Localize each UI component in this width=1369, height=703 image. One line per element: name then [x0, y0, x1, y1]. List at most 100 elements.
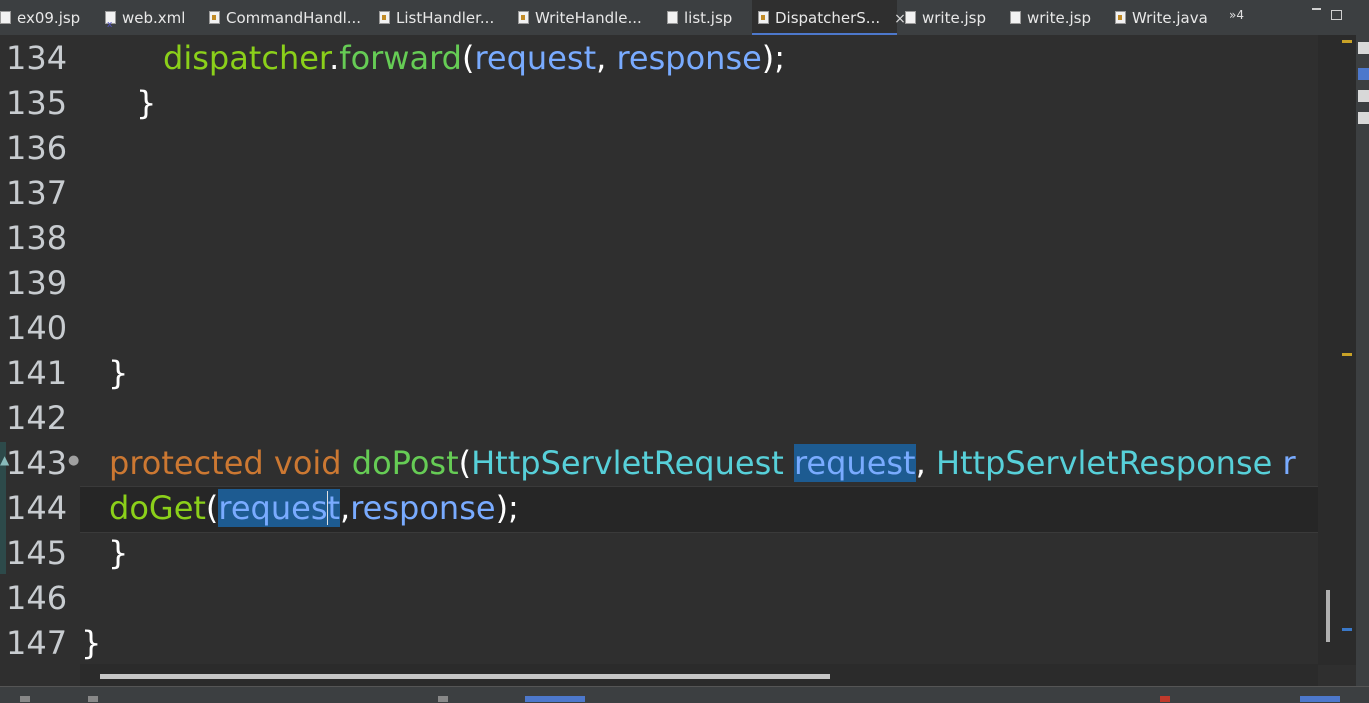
token-punct: ); [495, 489, 519, 527]
tab-write-jsp-2[interactable]: write.jsp [1010, 0, 1091, 35]
java-file-icon [518, 11, 529, 24]
line-number: 147 [6, 624, 68, 662]
line-number: 141 [6, 354, 68, 392]
line-number: 134 [6, 39, 68, 77]
line-number: 142 [6, 399, 68, 437]
code-line-134: dispatcher.forward(request, response); [163, 36, 785, 81]
fold-toggle-icon[interactable]: ● [68, 453, 79, 468]
line-number: 135 [6, 84, 68, 122]
panel-icon[interactable] [438, 696, 448, 702]
token-type: HttpServletResponse [935, 444, 1273, 482]
java-file-icon [209, 11, 220, 24]
overview-ruler[interactable] [1338, 35, 1356, 665]
tab-dispatcherservlet[interactable]: DispatcherS... × [752, 0, 906, 35]
tab-web-xml[interactable]: web.xml [105, 0, 186, 43]
tab-label: ex09.jsp [17, 9, 81, 27]
vertical-scroll-thumb[interactable] [1326, 590, 1330, 642]
tab-label: WriteHandle... [535, 9, 642, 27]
tab-ex09-jsp[interactable]: ex09.jsp [0, 0, 80, 35]
java-file-icon [379, 11, 390, 24]
tab-label: list.jsp [684, 9, 733, 27]
token-method-name: doPost [351, 444, 459, 482]
override-marker-icon: ▲ [0, 453, 10, 467]
code-editor[interactable]: 134 135 136 137 138 139 140 141 142 143 … [0, 35, 1318, 664]
active-panel-tab[interactable] [525, 696, 585, 702]
line-number: 140 [6, 309, 68, 347]
token-method-call: doGet [109, 489, 206, 527]
tab-overflow-button[interactable]: »4 [1229, 8, 1244, 22]
tab-label: web.xml [122, 9, 186, 27]
line-number: 143 [6, 444, 68, 482]
tab-commandhandler[interactable]: CommandHandl... [209, 0, 361, 35]
outline-icon[interactable] [1358, 68, 1369, 80]
token-variable-highlighted: reques [218, 489, 328, 527]
code-line-144: doGet(request,response); [109, 486, 519, 531]
token-variable: response [350, 489, 496, 527]
token-punct: ( [458, 444, 472, 482]
overview-marker[interactable] [1342, 628, 1352, 631]
tab-write-java[interactable]: Write.java [1115, 0, 1208, 35]
overview-marker[interactable] [1342, 353, 1352, 356]
line-number: 137 [6, 174, 68, 212]
code-line-145: } [108, 534, 129, 572]
token-keyword: void [273, 444, 342, 482]
token-type: HttpServletRequest [471, 444, 784, 482]
code-line-147: } [81, 624, 102, 662]
token-punct: , [915, 444, 936, 482]
line-number: 139 [6, 264, 68, 302]
tab-label: DispatcherS... [775, 9, 881, 27]
line-number: 146 [6, 579, 68, 617]
view-icon[interactable] [1358, 112, 1369, 124]
panel-toolbar-icon[interactable] [1300, 696, 1340, 702]
horizontal-scroll-thumb[interactable] [100, 674, 830, 679]
tab-label: Write.java [1132, 9, 1208, 27]
token-object: dispatcher [163, 39, 330, 77]
jsp-file-icon [667, 11, 678, 24]
line-number: 145 [6, 534, 68, 572]
tab-writehandler[interactable]: WriteHandle... [518, 0, 642, 35]
token-keyword: protected [109, 444, 264, 482]
token-punct: ( [205, 489, 219, 527]
tab-label: write.jsp [922, 9, 986, 27]
tab-label: ListHandler... [396, 9, 495, 27]
overview-marker[interactable] [1342, 40, 1352, 43]
panel-icon[interactable] [88, 696, 98, 702]
code-line-141: } [108, 354, 129, 392]
editor-tab-bar: ex09.jsp web.xml CommandHandl... ListHan… [0, 0, 1369, 43]
line-number: 136 [6, 129, 68, 167]
xml-file-icon [105, 7, 116, 43]
code-line-143: protected void doPost(HttpServletRequest… [109, 441, 1296, 486]
token-variable: request [474, 39, 597, 77]
line-number: 138 [6, 219, 68, 257]
jsp-file-icon [905, 11, 916, 24]
token-method: forward [339, 39, 462, 77]
view-icon[interactable] [1358, 90, 1369, 102]
tab-list-jsp[interactable]: list.jsp [667, 0, 732, 35]
java-file-icon [1115, 11, 1126, 24]
view-icon[interactable] [1358, 42, 1369, 54]
token-punct: ( [461, 39, 475, 77]
token-punct: . [329, 39, 340, 77]
java-file-icon [758, 11, 769, 24]
token-punct: ); [761, 39, 786, 77]
jsp-file-icon [1010, 11, 1021, 24]
panel-icon[interactable] [20, 696, 30, 702]
token-parameter: r [1282, 444, 1296, 482]
token-variable: response [616, 39, 762, 77]
token-parameter-highlighted: request [793, 444, 916, 482]
side-toolbar [1356, 35, 1369, 702]
maximize-icon[interactable] [1331, 10, 1342, 20]
tab-listhandler[interactable]: ListHandler... [379, 0, 494, 35]
tab-label: write.jsp [1027, 9, 1091, 27]
token-punct: , [596, 39, 617, 77]
line-number: 144 [6, 489, 68, 527]
vertical-scrollbar[interactable] [1318, 35, 1338, 665]
token-variable-highlighted: t [327, 489, 341, 527]
tab-write-jsp-1[interactable]: write.jsp [905, 0, 986, 35]
jsp-file-icon [0, 11, 11, 24]
minimize-icon[interactable] [1312, 8, 1321, 10]
token-punct: , [340, 489, 351, 527]
stop-icon[interactable] [1160, 696, 1170, 702]
code-line-135: } [136, 84, 157, 122]
tab-label: CommandHandl... [226, 9, 362, 27]
